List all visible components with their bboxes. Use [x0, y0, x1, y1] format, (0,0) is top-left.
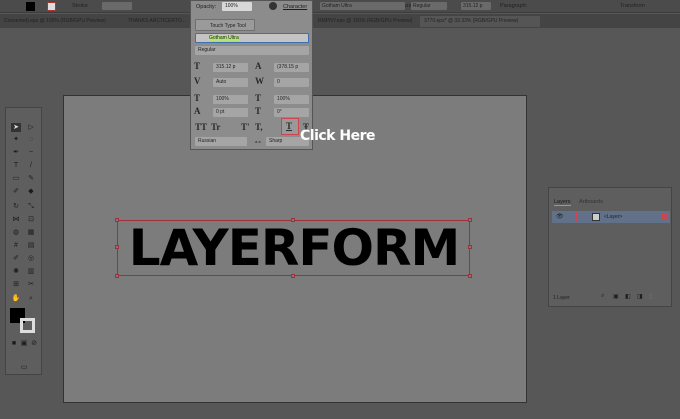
font-style-dropdown[interactable]: Regular: [195, 46, 309, 55]
perspective-grid-icon[interactable]: ▦: [26, 228, 36, 237]
document-tab-active[interactable]: 3770.eps* @ 33.33% (RGB/GPU Preview): [420, 16, 540, 27]
symbol-sprayer-icon[interactable]: ✺: [11, 267, 21, 276]
document-tabs: Converted).eps @ 100% (RGB/GPU Preview) …: [0, 14, 680, 28]
new-sublayer-icon[interactable]: ◧: [625, 293, 631, 300]
tracking-field[interactable]: 0: [274, 78, 309, 87]
layer-thumbnail: [592, 213, 600, 221]
click-here-annotation: Click Here: [300, 128, 375, 144]
line-tool-icon[interactable]: /: [26, 161, 36, 170]
globe-icon[interactable]: [269, 2, 277, 10]
character-panel: Opacity: 100% Character Touch Type Tool …: [190, 0, 313, 150]
small-caps-button[interactable]: Tr: [211, 122, 220, 132]
layers-panel: Layers Artboards 👁 <Layer> 1 Layer ⌕ ▣ ◧…: [548, 187, 672, 307]
mesh-tool-icon[interactable]: #: [11, 241, 21, 250]
zoom-tool-icon[interactable]: ⌕: [26, 294, 36, 303]
font-family-value: Gotham Ultra: [209, 35, 239, 41]
subscript-button[interactable]: T,: [255, 122, 263, 132]
stroke-swatch[interactable]: [47, 2, 56, 11]
kerning-field[interactable]: Auto: [213, 78, 248, 87]
rotate-tool-icon[interactable]: ↻: [11, 202, 21, 211]
layer-row[interactable]: 👁 <Layer>: [552, 211, 670, 223]
superscript-button[interactable]: T': [241, 122, 250, 132]
shape-builder-icon[interactable]: ◍: [11, 228, 21, 237]
scale-tool-icon[interactable]: ⤡: [26, 202, 36, 211]
layer-count: 1 Layer: [553, 295, 570, 301]
gradient-mode-icon[interactable]: ▣: [19, 339, 29, 348]
vertical-scale-icon: T: [194, 93, 201, 103]
visibility-eye-icon[interactable]: 👁: [556, 213, 564, 220]
tab-artboards[interactable]: Artboards: [579, 199, 603, 205]
pen-tool-icon[interactable]: ✒: [11, 148, 21, 157]
type-tool-icon[interactable]: T: [11, 161, 21, 170]
magic-wand-icon[interactable]: ✦: [11, 135, 21, 144]
baseline-shift-field[interactable]: 0 pt: [213, 108, 248, 117]
layer-color-icon: [662, 214, 667, 219]
font-family-search[interactable]: Gotham Ultra: [195, 33, 309, 43]
rectangle-tool-icon[interactable]: ▭: [11, 174, 21, 183]
stroke-label: Stroke: [72, 3, 88, 9]
font-size-field[interactable]: 315.12 p: [461, 2, 491, 10]
font-style-field[interactable]: Regular: [411, 2, 447, 10]
vertical-scale-field[interactable]: 100%: [213, 95, 248, 104]
tab-layers[interactable]: Layers: [554, 199, 571, 206]
lasso-icon[interactable]: ◌: [26, 135, 36, 144]
tracking-icon: W: [255, 76, 264, 86]
selection-tool-icon[interactable]: ➤: [11, 123, 21, 132]
stroke-color-icon[interactable]: [20, 318, 35, 333]
leading-field[interactable]: (378.15 p: [274, 63, 309, 72]
graph-tool-icon[interactable]: ▥: [26, 267, 36, 276]
kerning-icon: V: [194, 76, 201, 86]
make-clipping-mask-icon[interactable]: ▣: [613, 293, 619, 300]
antialias-icon: a a: [255, 139, 261, 144]
blend-tool-icon[interactable]: ◎: [26, 254, 36, 263]
touch-type-tool-button[interactable]: Touch Type Tool: [195, 19, 255, 31]
document-tab[interactable]: THANKS ARCTICERTO...: [124, 16, 190, 27]
opacity-field[interactable]: 100%: [222, 2, 252, 11]
horizontal-scale-field[interactable]: 100%: [274, 95, 309, 104]
transform-link[interactable]: Transform: [620, 3, 645, 9]
rotation-icon: T: [255, 106, 262, 116]
gradient-tool-icon[interactable]: ▤: [26, 241, 36, 250]
none-mode-icon[interactable]: ⊘: [29, 339, 39, 348]
fill-swatch[interactable]: [26, 2, 35, 11]
hand-tool-icon[interactable]: ✋: [11, 294, 21, 303]
font-size-field[interactable]: 315.12 p: [213, 63, 248, 72]
search-icon[interactable]: ⌕: [601, 293, 604, 300]
new-layer-icon[interactable]: ◨: [637, 293, 643, 300]
layer-name[interactable]: <Layer>: [604, 214, 622, 220]
stroke-weight-field[interactable]: [102, 2, 132, 10]
paragraph-link[interactable]: Paragraph:: [500, 3, 527, 9]
horizontal-scale-icon: T: [255, 93, 262, 103]
eyedropper-icon[interactable]: ✐: [11, 254, 21, 263]
leading-icon: A: [255, 61, 262, 71]
screen-mode-icon[interactable]: ▭: [19, 363, 29, 372]
font-size-icon: T: [194, 61, 201, 71]
language-dropdown[interactable]: Russian: [195, 137, 247, 146]
artboard-tool-icon[interactable]: ⊞: [11, 280, 21, 289]
slice-tool-icon[interactable]: ✂: [26, 280, 36, 289]
document-tab[interactable]: Converted).eps @ 100% (RGB/GPU Preview): [0, 16, 120, 27]
character-link[interactable]: Character: [283, 4, 307, 10]
baseline-shift-icon: A: [194, 106, 201, 116]
eraser-icon[interactable]: ◆: [26, 187, 36, 196]
free-transform-icon[interactable]: ⊡: [26, 215, 36, 224]
paintbrush-icon[interactable]: ✎: [26, 174, 36, 183]
opacity-label: Opacity:: [196, 4, 217, 10]
control-bar: Stroke Paragraph: Gotham Ultra Regular 3…: [0, 0, 680, 13]
underline-button[interactable]: T: [286, 121, 292, 131]
shaper-tool-icon[interactable]: ✐: [11, 187, 21, 196]
document-tab[interactable]: RMPNY.eps @ 150% (RGB/GPU Preview): [314, 16, 416, 27]
tools-panel: ➤ ▷ ✦ ◌ ✒ ~ T / ▭ ✎ ✐ ◆ ↻ ⤡ ⋈ ⊡ ◍ ▦ # ▤ …: [5, 107, 42, 375]
color-mode-icon[interactable]: ■: [9, 339, 19, 348]
direct-selection-tool-icon[interactable]: ▷: [26, 123, 36, 132]
rotation-field[interactable]: 0°: [274, 108, 309, 117]
delete-layer-icon[interactable]: ▯: [649, 293, 652, 300]
all-caps-button[interactable]: TT: [195, 122, 207, 132]
font-family-field[interactable]: Gotham Ultra: [320, 2, 405, 10]
artboard-text[interactable]: LAYERFORM: [119, 222, 469, 274]
curvature-icon[interactable]: ~: [26, 148, 36, 157]
width-tool-icon[interactable]: ⋈: [11, 215, 21, 224]
